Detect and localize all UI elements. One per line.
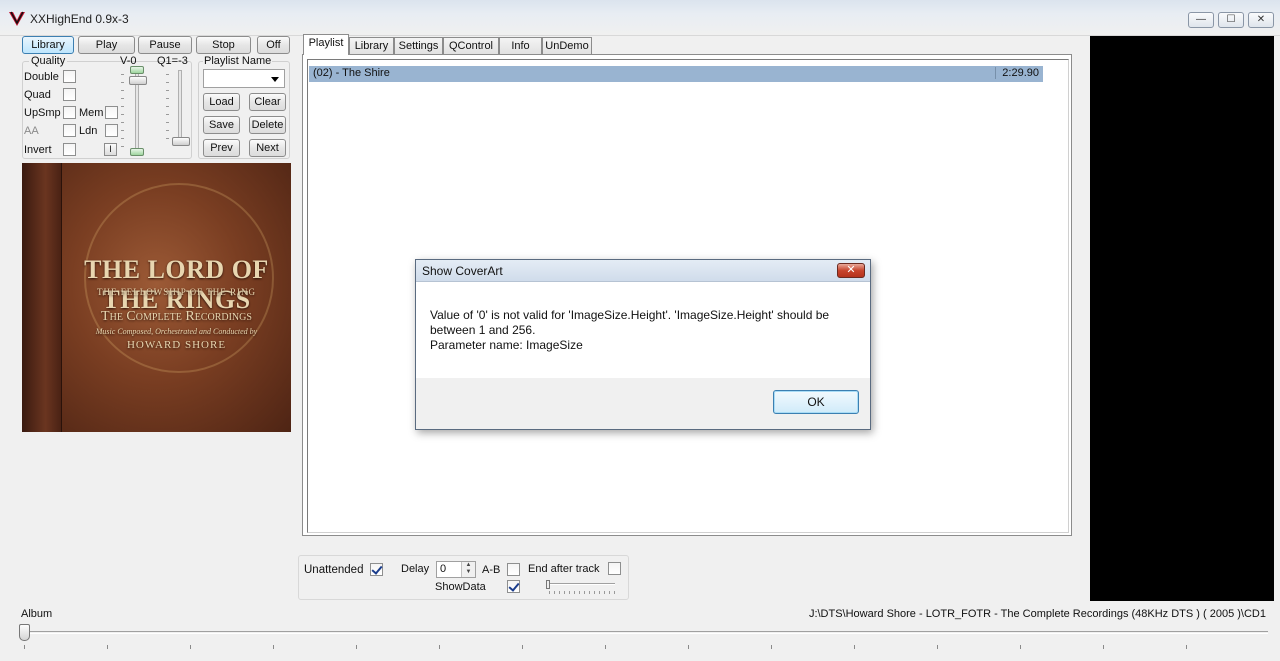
cover-art: THE LORD OF THE RINGS THE FELLOWSHIP OF … — [22, 163, 291, 432]
tab-settings[interactable]: Settings — [394, 37, 443, 55]
q-label: Q1=-3 — [157, 55, 188, 67]
cover-spine — [22, 163, 62, 432]
upsmp-label: UpSmp — [24, 107, 61, 119]
window-title: XXHighEnd 0.9x-3 — [30, 12, 129, 26]
dialog-close-button[interactable]: ✕ — [837, 263, 865, 278]
ok-button[interactable]: OK — [773, 390, 859, 414]
tab-qcontrol[interactable]: QControl — [443, 37, 499, 55]
load-button[interactable]: Load — [203, 93, 240, 111]
i-button[interactable]: I — [104, 143, 117, 156]
dialog-message-line-2: between 1 and 256. — [430, 323, 536, 337]
invert-checkbox[interactable] — [63, 143, 76, 156]
end-after-track-checkbox[interactable] — [608, 562, 621, 575]
double-label: Double — [24, 71, 59, 83]
track-title: (02) - The Shire — [313, 67, 390, 79]
cover-recordings: The Complete Recordings — [101, 309, 252, 324]
mem-label: Mem — [79, 107, 104, 119]
q-slider-track[interactable] — [178, 70, 182, 144]
delay-value: 0 — [440, 563, 447, 575]
prev-button[interactable]: Prev — [203, 139, 240, 157]
dialog-title: Show CoverArt — [422, 264, 503, 278]
library-button[interactable]: Library — [22, 36, 74, 54]
cover-composer: HOWARD SHORE — [126, 339, 227, 351]
quality-group-label: Quality — [29, 55, 68, 67]
minimize-icon: — — [1196, 14, 1206, 25]
album-seek-track[interactable] — [24, 631, 1268, 634]
upsmp-checkbox[interactable] — [63, 106, 76, 119]
album-label: Album — [21, 608, 53, 620]
minimize-button[interactable]: — — [1188, 12, 1214, 28]
tab-undemo[interactable]: UnDemo — [542, 37, 592, 55]
unattended-checkbox[interactable] — [370, 563, 383, 576]
showdata-label: ShowData — [435, 581, 486, 593]
clear-button[interactable]: Clear — [249, 93, 286, 111]
playlist-row[interactable]: (02) - The Shire 2:29.90 — [309, 66, 1043, 82]
ldn-label: Ldn — [79, 125, 98, 137]
tab-library[interactable]: Library — [349, 37, 394, 55]
close-window-button[interactable]: ✕ — [1248, 12, 1274, 28]
delay-label: Delay — [401, 563, 430, 575]
delay-stepper[interactable]: 0 ▲ ▼ — [436, 561, 476, 578]
ldn-checkbox[interactable] — [105, 124, 118, 137]
cover-credit: Music Composed, Orchestrated and Conduct… — [95, 327, 258, 336]
stop-button[interactable]: Stop — [196, 36, 251, 54]
maximize-button[interactable]: ☐ — [1218, 12, 1244, 28]
aa-checkbox[interactable] — [63, 124, 76, 137]
file-path: J:\DTS\Howard Shore - LOTR_FOTR - The Co… — [808, 608, 1266, 620]
volume-slider-top-thumb[interactable] — [130, 66, 144, 74]
tab-info[interactable]: Info — [499, 37, 542, 55]
volume-ticks — [121, 74, 124, 150]
playlist-name-label: Playlist Name — [203, 55, 273, 67]
cover-subtitle: THE FELLOWSHIP OF THE RING — [97, 287, 256, 297]
tab-playlist[interactable]: Playlist — [303, 34, 349, 55]
maximize-icon: ☐ — [1226, 14, 1236, 25]
spin-arrows-icon[interactable]: ▲ ▼ — [461, 562, 475, 577]
title-bar: XXHighEnd 0.9x-3 — ☐ ✕ — [0, 0, 1280, 36]
volume-slider-thumb[interactable] — [129, 76, 147, 85]
ab-label: A-B — [482, 564, 501, 576]
dialog-message: Value of '0' is not valid for 'ImageSize… — [430, 308, 850, 353]
aa-label: AA — [24, 125, 39, 137]
pause-button[interactable]: Pause — [138, 36, 192, 54]
invert-label: Invert — [24, 144, 52, 156]
volume-slider-bottom-thumb[interactable] — [130, 148, 144, 156]
quad-label: Quad — [24, 89, 51, 101]
close-icon: ✕ — [1256, 14, 1266, 25]
next-button[interactable]: Next — [249, 139, 286, 157]
unattended-label: Unattended — [304, 564, 364, 576]
ab-checkbox[interactable] — [507, 563, 520, 576]
quad-checkbox[interactable] — [63, 88, 76, 101]
play-button[interactable]: Play — [78, 36, 135, 54]
dialog-footer: OK — [416, 378, 870, 429]
dialog-message-line-3: Parameter name: ImageSize — [430, 338, 583, 352]
off-button[interactable]: Off — [257, 36, 290, 54]
save-button[interactable]: Save — [203, 116, 240, 134]
showdata-checkbox[interactable] — [507, 580, 520, 593]
album-seek-thumb[interactable] — [19, 624, 30, 641]
dialog-message-line-1: Value of '0' is not valid for 'ImageSize… — [430, 308, 830, 322]
ab-slider-thumb[interactable] — [546, 580, 550, 589]
chevron-down-icon — [271, 77, 279, 82]
ab-slider-ticks — [549, 591, 615, 594]
cover-title: THE LORD OF THE RINGS — [84, 255, 269, 314]
dialog-title-bar: Show CoverArt ✕ — [416, 260, 870, 282]
mem-checkbox[interactable] — [105, 106, 118, 119]
double-checkbox[interactable] — [63, 70, 76, 83]
app-logo-icon — [9, 11, 25, 26]
album-seek-ticks — [24, 645, 1268, 649]
q-ticks — [166, 74, 169, 142]
track-duration: 2:29.90 — [995, 67, 1039, 79]
end-after-track-label: End after track — [528, 563, 600, 575]
q-slider-thumb[interactable] — [172, 137, 190, 146]
ab-slider-track[interactable] — [547, 583, 615, 585]
playlist-name-dropdown[interactable] — [203, 69, 285, 88]
show-coverart-dialog: Show CoverArt ✕ Value of '0' is not vali… — [415, 259, 871, 430]
delete-button[interactable]: Delete — [249, 116, 286, 134]
visualization-panel — [1090, 36, 1274, 601]
